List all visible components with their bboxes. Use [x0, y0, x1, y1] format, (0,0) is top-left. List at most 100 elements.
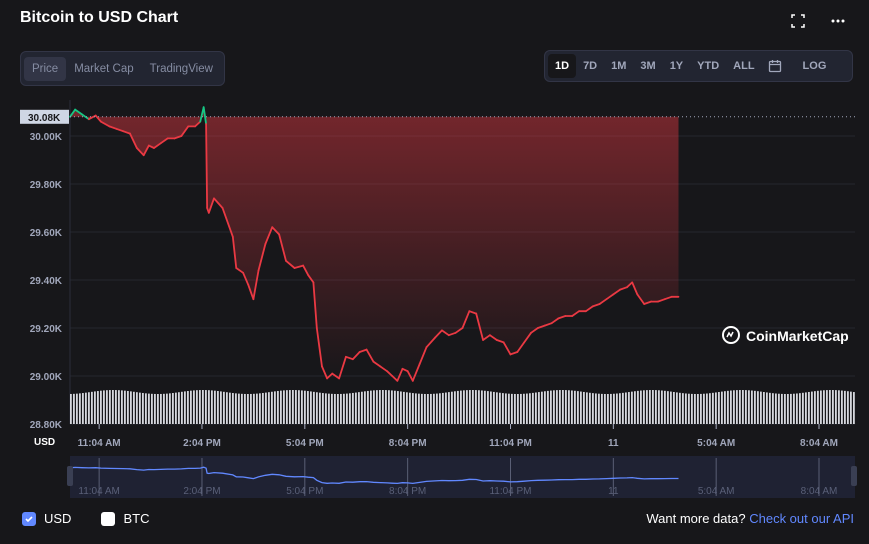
volume-bar — [100, 390, 102, 424]
volume-bar — [571, 390, 573, 424]
volume-bar — [166, 393, 168, 424]
usd-checkbox[interactable] — [22, 511, 36, 526]
volume-bar — [295, 390, 297, 424]
volume-bar — [421, 393, 423, 424]
volume-bar — [811, 391, 813, 424]
volume-bar — [289, 390, 291, 424]
navigator-left-handle[interactable] — [67, 466, 73, 486]
volume-bar — [241, 393, 243, 424]
volume-bar — [211, 390, 213, 424]
volume-bar — [472, 390, 474, 424]
volume-bar — [199, 390, 201, 424]
volume-bar — [529, 393, 531, 424]
volume-bar — [514, 393, 516, 424]
watermark-text: CoinMarketCap — [746, 328, 849, 344]
volume-bar — [787, 393, 789, 424]
btc-checkbox[interactable] — [101, 511, 116, 526]
volume-bar — [355, 392, 357, 424]
volume-bar — [565, 390, 567, 424]
volume-bar — [478, 390, 480, 424]
volume-bar — [232, 393, 234, 424]
footer: Want more data? Check out our API — [646, 511, 854, 526]
volume-bar — [97, 391, 99, 424]
volume-bar — [103, 390, 105, 424]
volume-bar — [643, 390, 645, 424]
price-chart[interactable]: 30.08K 30.00K 29.80K 29.60K 29.40K 29.20K 29.… — [0, 0, 869, 500]
navigator-tick-label: 11:04 AM — [78, 486, 120, 497]
volume-bar — [391, 390, 393, 424]
volume-bar — [193, 390, 195, 424]
volume-bar — [409, 392, 411, 424]
volume-bar — [256, 393, 258, 424]
volume-bar — [307, 391, 309, 424]
volume-bar — [400, 391, 402, 424]
volume-bar — [814, 391, 816, 424]
legend-btc[interactable]: BTC — [101, 511, 149, 526]
volume-bar — [187, 390, 189, 424]
volume-bar — [664, 390, 666, 424]
volume-bar — [79, 393, 81, 424]
volume-bar — [133, 391, 135, 424]
volume-bar — [130, 391, 132, 424]
volume-bar — [142, 392, 144, 424]
volume-bar — [439, 393, 441, 424]
volume-bar — [634, 391, 636, 424]
volume-bar — [835, 390, 837, 424]
volume-bar — [70, 393, 72, 424]
y-tick-label: 29.20K — [30, 324, 63, 335]
volume-bar — [607, 393, 609, 424]
volume-bar — [76, 393, 78, 424]
volume-bar — [604, 393, 606, 424]
volume-bar — [349, 393, 351, 424]
volume-bar — [334, 393, 336, 424]
volume-bar — [577, 391, 579, 424]
legend-usd[interactable]: USD — [22, 511, 71, 526]
volume-bar — [592, 393, 594, 424]
volume-bar — [649, 390, 651, 424]
volume-bar — [376, 390, 378, 424]
volume-bar — [610, 393, 612, 424]
volume-bar — [727, 390, 729, 424]
volume-bar — [559, 390, 561, 424]
volume-bar — [388, 390, 390, 424]
volume-bar — [802, 392, 804, 424]
volume-bar — [436, 393, 438, 424]
volume-bar — [466, 390, 468, 424]
legend-usd-label: USD — [44, 511, 72, 526]
x-tick-label: 11:04 AM — [78, 438, 121, 449]
y-tick-label: 28.80K — [30, 420, 63, 431]
volume-bar — [352, 392, 354, 424]
volume-bar — [172, 393, 174, 424]
y-tick-label: 29.00K — [30, 372, 63, 383]
price-line-segment — [202, 106, 207, 125]
volume-bar — [538, 392, 540, 424]
volume-bar — [646, 390, 648, 424]
volume-bar — [370, 390, 372, 424]
volume-bar — [184, 391, 186, 424]
volume-bar — [484, 390, 486, 424]
volume-bar — [550, 390, 552, 424]
volume-bar — [595, 393, 597, 424]
volume-bar — [817, 390, 819, 424]
volume-bar — [670, 391, 672, 424]
volume-bar — [379, 390, 381, 424]
volume-bar — [235, 393, 237, 424]
volume-bar — [673, 391, 675, 424]
volume-bar — [217, 391, 219, 424]
volume-bar — [112, 390, 114, 424]
volume-bar — [454, 391, 456, 424]
volume-bar — [268, 392, 270, 424]
volume-bar — [697, 393, 699, 424]
volume-bar — [736, 390, 738, 424]
volume-bar — [493, 391, 495, 424]
volume-bar — [781, 393, 783, 424]
volume-bar — [442, 392, 444, 424]
volume-bar — [238, 393, 240, 424]
y-axis: 30.00K 29.80K 29.60K 29.40K 29.20K 29.00K 28.8… — [30, 132, 63, 431]
navigator-right-handle[interactable] — [851, 466, 857, 486]
volume-bar — [739, 390, 741, 424]
volume-bar — [427, 393, 429, 424]
current-price-tag: 30.08K — [20, 109, 69, 124]
api-link[interactable]: Check out our API — [749, 511, 854, 526]
volume-bar — [154, 393, 156, 424]
